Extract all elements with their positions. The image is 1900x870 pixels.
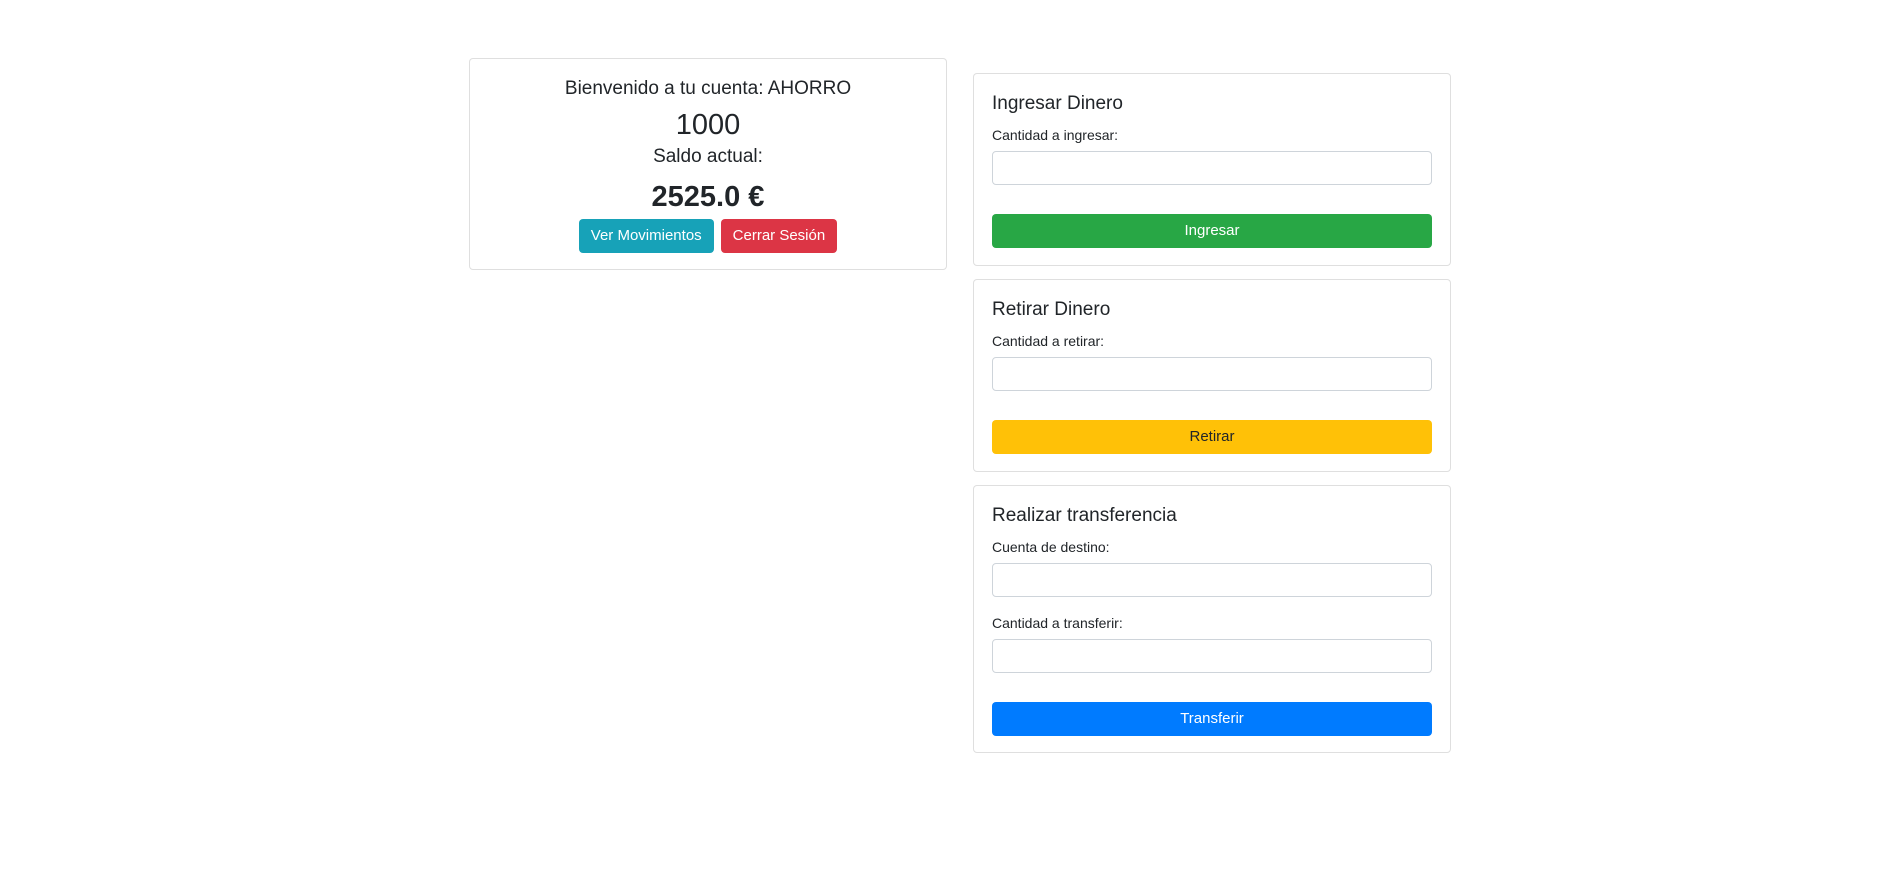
deposit-title: Ingresar Dinero [992, 93, 1123, 114]
withdraw-card: Retirar Dinero Cantidad a retirar: Retir… [973, 279, 1451, 472]
deposit-amount-input[interactable] [992, 151, 1432, 185]
transfer-button[interactable]: Transferir [992, 702, 1432, 736]
welcome-heading: Bienvenido a tu cuenta: AHORRO [564, 78, 852, 99]
account-number: 1000 [675, 109, 741, 141]
transfer-card: Realizar transferencia Cuenta de destino… [973, 485, 1451, 753]
balance-label: Saldo actual: [653, 146, 763, 167]
balance-value: 2525.0 € [651, 181, 765, 213]
account-summary-card: Bienvenido a tu cuenta: AHORRO 1000 Sald… [469, 58, 947, 270]
deposit-amount-label: Cantidad a ingresar: [992, 127, 1119, 143]
withdraw-title: Retirar Dinero [992, 299, 1111, 320]
deposit-button[interactable]: Ingresar [992, 214, 1432, 248]
page: Bienvenido a tu cuenta: AHORRO 1000 Sald… [0, 0, 1900, 870]
withdraw-amount-input[interactable] [992, 357, 1432, 391]
transfer-title: Realizar transferencia [992, 505, 1177, 526]
logout-button[interactable]: Cerrar Sesión [720, 219, 838, 253]
deposit-card: Ingresar Dinero Cantidad a ingresar: Ing… [973, 73, 1451, 266]
transfer-amount-label: Cantidad a transferir: [992, 615, 1123, 631]
transfer-destination-input[interactable] [992, 563, 1432, 597]
account-actions: Ver Movimientos Cerrar Sesión [470, 219, 946, 253]
withdraw-button[interactable]: Retirar [992, 420, 1432, 454]
withdraw-amount-label: Cantidad a retirar: [992, 333, 1105, 349]
transfer-destination-label: Cuenta de destino: [992, 539, 1110, 555]
transfer-amount-input[interactable] [992, 639, 1432, 673]
view-movements-button[interactable]: Ver Movimientos [578, 219, 714, 253]
